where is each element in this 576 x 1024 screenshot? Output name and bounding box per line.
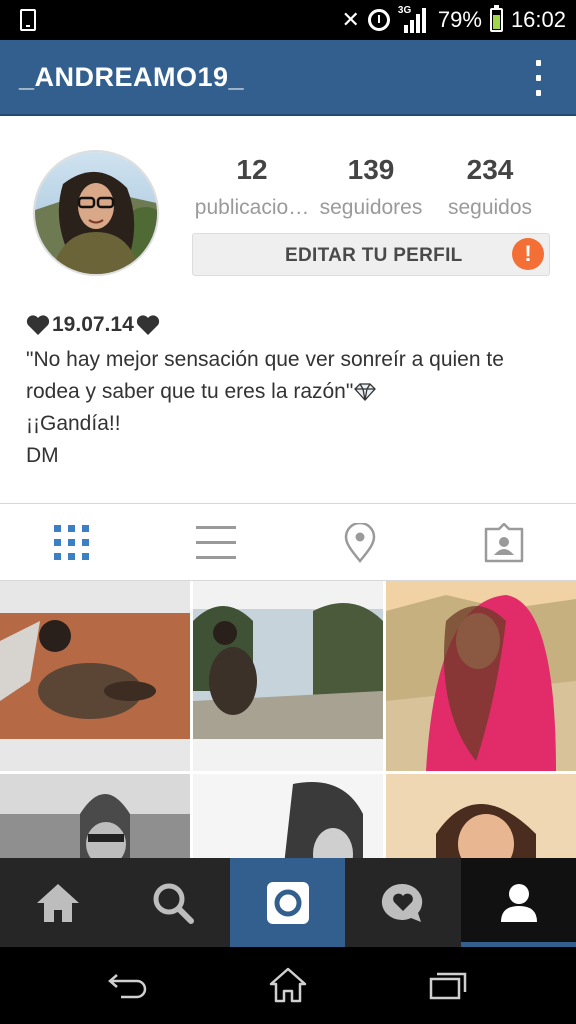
phone-icon [20, 9, 36, 31]
nav-profile[interactable] [461, 858, 576, 947]
signal-icon: 3G [398, 5, 430, 33]
profile-username: _ANDREAMO19_ [19, 62, 245, 92]
nav-search[interactable] [115, 858, 230, 947]
bio-line: rodea y saber que tu eres la razón" [26, 376, 556, 408]
heart-icon [26, 315, 50, 335]
back-button[interactable] [104, 963, 152, 1007]
list-view-icon [196, 526, 236, 559]
nav-camera[interactable] [230, 858, 345, 947]
profile-icon [500, 883, 537, 922]
heart-icon [136, 315, 159, 335]
profile-bio: 19.07.14 "No hay mejor sensación que ver… [26, 312, 556, 472]
avatar[interactable] [33, 150, 159, 276]
photo-tile[interactable] [386, 581, 576, 771]
bottom-nav [0, 858, 576, 947]
clock: 16:02 [510, 7, 566, 32]
battery-icon [489, 5, 503, 32]
home-icon [36, 883, 79, 922]
grid-view-icon [54, 525, 89, 560]
tab-tagged[interactable] [432, 505, 576, 581]
photo-tile[interactable] [386, 774, 576, 859]
location-pin-icon [344, 523, 376, 563]
tagged-photos-icon [484, 523, 524, 563]
profile-name: 19.07.14 [26, 312, 556, 338]
nav-activity[interactable] [345, 858, 460, 947]
bluetooth-off-icon: ✕ [341, 7, 360, 32]
tab-grid[interactable] [0, 505, 144, 581]
status-bar: ✕ 3G 79% 16:02 [0, 0, 576, 40]
posts-stat[interactable]: 12 publicacio… [192, 154, 312, 220]
photo-tile[interactable] [0, 774, 190, 859]
recent-apps-icon [429, 972, 467, 1000]
alarm-icon [367, 9, 390, 31]
home-button-icon [269, 967, 307, 1003]
tab-list[interactable] [144, 505, 288, 581]
camera-icon [266, 881, 309, 924]
search-icon [153, 883, 194, 924]
followers-stat[interactable]: 139 seguidores [312, 154, 430, 220]
app-header: _ANDREAMO19_ [0, 40, 576, 116]
nav-home[interactable] [0, 858, 115, 947]
photo-tile[interactable] [0, 581, 190, 771]
divider [0, 503, 576, 504]
gem-icon [354, 383, 377, 402]
profile-view-tabs [0, 505, 576, 581]
photo-grid [0, 581, 576, 859]
edit-profile-button[interactable]: EDITAR TU PERFIL [192, 233, 550, 276]
following-stat[interactable]: 234 seguidos [430, 154, 550, 220]
bio-line: DM [26, 444, 59, 467]
tab-map[interactable] [288, 505, 432, 581]
overflow-menu-icon[interactable] [530, 60, 546, 96]
photo-tile[interactable] [193, 774, 383, 859]
system-nav-bar [0, 947, 576, 1024]
bio-line: ¡¡Gandía!! [26, 412, 121, 435]
bio-line: "No hay mejor sensación que ver sonreír … [26, 348, 504, 371]
activity-icon [381, 883, 422, 922]
home-button[interactable] [264, 963, 312, 1007]
alert-badge[interactable]: ! [512, 238, 544, 270]
recent-apps-button[interactable] [424, 963, 472, 1007]
battery-percent: 79% [437, 7, 482, 32]
photo-tile[interactable] [193, 581, 383, 771]
back-icon [108, 974, 147, 999]
